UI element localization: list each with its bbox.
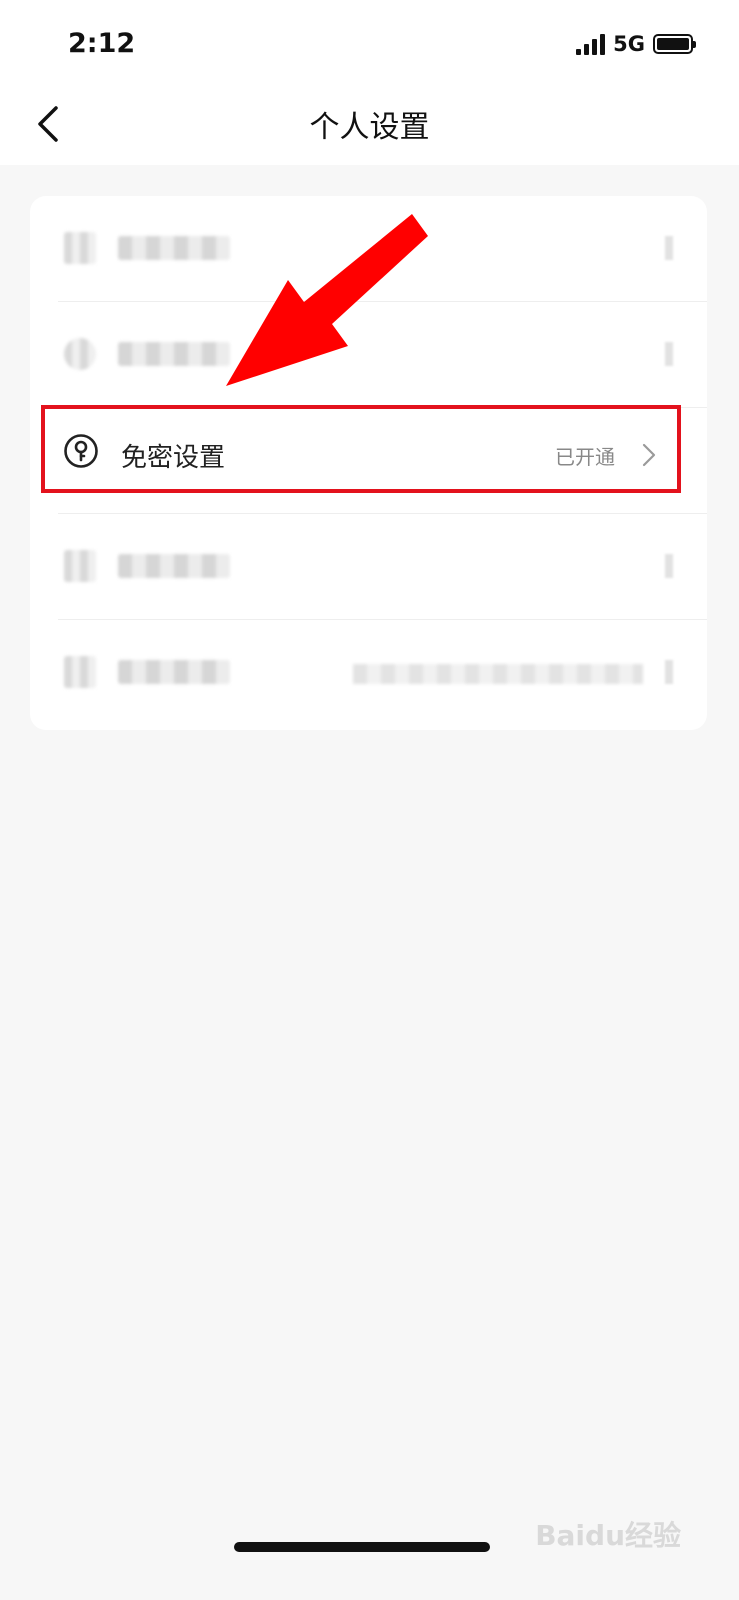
blurred-label bbox=[118, 342, 230, 366]
home-indicator[interactable] bbox=[234, 1542, 490, 1552]
status-indicators: 5G bbox=[576, 32, 696, 56]
blurred-label bbox=[118, 554, 230, 578]
red-arrow-annotation bbox=[226, 214, 428, 386]
blurred-icon bbox=[64, 656, 96, 688]
watermark: Baidu经验 bbox=[535, 1519, 681, 1552]
status-time: 2:12 bbox=[68, 28, 136, 59]
row-label: 免密设置 bbox=[121, 443, 226, 473]
blurred-chevron bbox=[665, 342, 673, 366]
blurred-value bbox=[353, 664, 643, 684]
page-title: 个人设置 bbox=[309, 110, 430, 145]
network-type: 5G bbox=[613, 32, 645, 56]
settings-row-blurred-4[interactable] bbox=[30, 620, 707, 726]
status-text: 已开通 bbox=[555, 445, 615, 469]
signal-icon bbox=[576, 33, 606, 55]
top-bar: 2:12 5G 个人设置 bbox=[0, 0, 739, 165]
settings-row-blurred-3[interactable] bbox=[30, 514, 707, 620]
keyhole-icon bbox=[64, 434, 98, 468]
blurred-label bbox=[118, 660, 230, 684]
blurred-chevron bbox=[665, 236, 673, 260]
blurred-chevron bbox=[665, 554, 673, 578]
battery-icon bbox=[653, 34, 696, 54]
password-free-settings-row[interactable]: 免密设置 已开通 bbox=[41, 405, 681, 493]
chevron-right-icon bbox=[642, 443, 656, 467]
blurred-icon bbox=[64, 550, 96, 582]
blurred-icon bbox=[64, 338, 96, 370]
blurred-icon bbox=[64, 232, 96, 264]
blurred-label bbox=[118, 236, 230, 260]
blurred-chevron bbox=[665, 660, 673, 684]
